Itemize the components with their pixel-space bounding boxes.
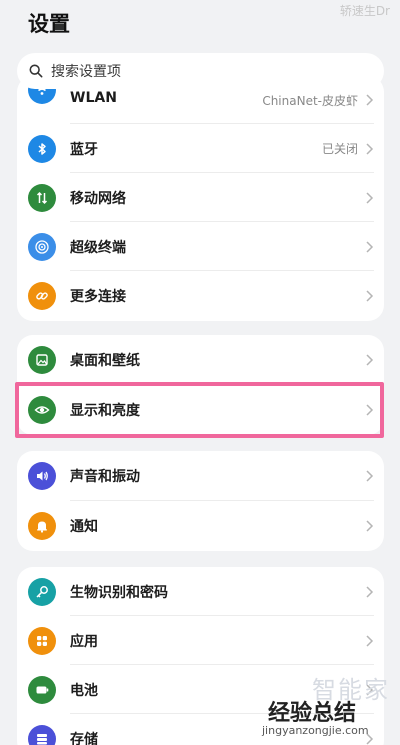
wallpaper-icon (28, 346, 56, 374)
chevron-right-icon (366, 634, 374, 647)
chevron-right-icon (366, 289, 374, 302)
settings-item-sound-vibration[interactable]: 声音和振动 (17, 451, 384, 501)
watermark-url: jingyanzongjie.com (262, 724, 369, 737)
search-input[interactable]: 搜索设置项 (17, 53, 384, 89)
settings-item-label: WLAN (70, 90, 117, 106)
group-connectivity: WLAN ChinaNet-皮皮虾 蓝牙 已关闭 移动网络 超级终端 更多连接 (17, 76, 384, 321)
settings-item-display-brightness[interactable]: 显示和亮度 (17, 385, 384, 435)
group-sound-notifications: 声音和振动 通知 (17, 451, 384, 551)
mobile-data-icon (28, 183, 56, 212)
settings-item-biometrics-password[interactable]: 生物识别和密码 (17, 567, 384, 616)
settings-item-super-device[interactable]: 超级终端 (17, 222, 384, 271)
key-icon (28, 577, 56, 606)
settings-item-label: 桌面和壁纸 (70, 353, 140, 369)
chevron-right-icon (366, 585, 374, 598)
settings-item-label: 更多连接 (70, 288, 126, 305)
settings-item-value: ChinaNet-皮皮虾 (262, 94, 358, 108)
bell-icon (28, 512, 56, 540)
group-display: 桌面和壁纸 显示和亮度 (17, 335, 384, 435)
settings-item-notifications[interactable]: 通知 (17, 501, 384, 551)
settings-item-mobile-network[interactable]: 移动网络 (17, 173, 384, 222)
settings-item-label: 通知 (70, 519, 98, 535)
link-icon (28, 281, 56, 310)
settings-item-label: 生物识别和密码 (70, 584, 168, 601)
header: 设置 轿速生Dr (0, 0, 400, 48)
super-device-icon (28, 232, 56, 261)
settings-item-value: 已关闭 (321, 142, 358, 156)
chevron-right-icon (366, 191, 374, 204)
chevron-right-icon (366, 404, 374, 416)
sound-icon (28, 462, 56, 490)
settings-item-label: 显示和亮度 (70, 403, 140, 419)
battery-icon (28, 675, 56, 704)
settings-item-home-wallpaper[interactable]: 桌面和壁纸 (17, 335, 384, 385)
watermark-title: 经验总结 (268, 701, 357, 726)
eye-icon (28, 396, 56, 424)
page-title: 设置 (28, 12, 70, 36)
search-placeholder: 搜索设置项 (51, 64, 121, 80)
storage-icon (28, 724, 56, 745)
settings-item-apps[interactable]: 应用 (17, 616, 384, 665)
chevron-right-icon (366, 520, 374, 532)
settings-item-label: 应用 (70, 633, 98, 650)
apps-icon (28, 626, 56, 655)
settings-item-label: 声音和振动 (70, 469, 140, 485)
settings-item-label: 超级终端 (70, 239, 126, 256)
chevron-right-icon (366, 354, 374, 366)
chevron-right-icon (366, 94, 374, 106)
chevron-right-icon (366, 142, 374, 155)
chevron-right-icon (366, 240, 374, 253)
header-watermark: 轿速生Dr (339, 4, 390, 18)
settings-item-label: 蓝牙 (70, 141, 98, 158)
bluetooth-icon (28, 134, 56, 163)
settings-item-label: 电池 (70, 682, 98, 699)
settings-item-label: 存储 (70, 731, 98, 745)
chevron-right-icon (366, 470, 374, 482)
search-icon (29, 64, 43, 78)
settings-item-label: 移动网络 (70, 190, 126, 207)
settings-item-bluetooth[interactable]: 蓝牙 已关闭 (17, 124, 384, 173)
settings-item-more-connections[interactable]: 更多连接 (17, 271, 384, 320)
